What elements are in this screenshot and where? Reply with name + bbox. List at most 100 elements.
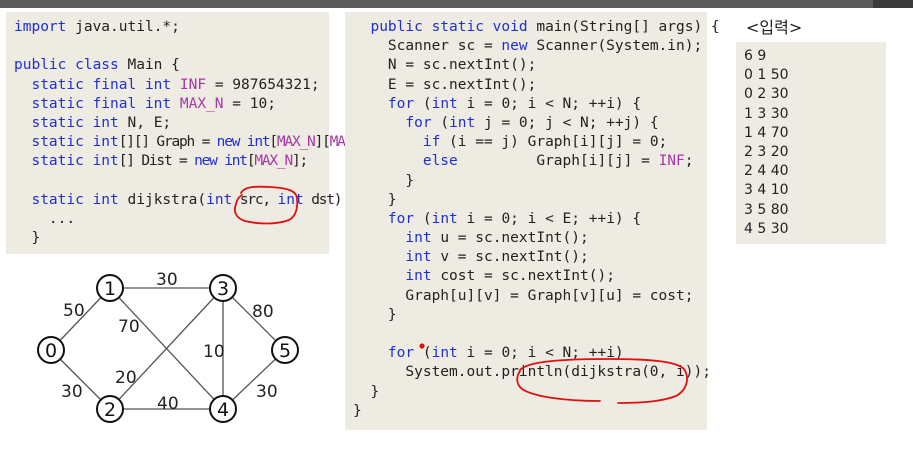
weight-0-2: 30 [61,382,83,402]
code-text: ( [414,95,432,112]
code-keyword: for [387,345,415,362]
code-text: ]; [292,153,308,170]
code-keyword: static int [31,134,119,151]
main-code-line-7: if (i == j) Graph[i][j] = 0; [353,133,720,152]
input-line-10: 4 5 30 [744,220,789,237]
main-code-line-16: } [353,306,720,325]
code-text: u = sc.nextInt(); [431,230,589,247]
weight-3-5: 80 [252,302,274,322]
main-code-line-3: N = sc.nextInt(); [353,56,720,75]
code-keyword: static int [31,153,119,170]
code-text: main(String[] args) { [527,19,720,35]
code-text: java.util.*; [66,19,180,35]
code-keyword: new [501,38,528,55]
code-keyword: public static void [370,19,528,35]
code-text: [] Dist = [118,153,195,170]
main-code-line-11: for (int i = 0; i < E; ++i) { [353,210,720,229]
weight-3-4: 10 [203,342,225,362]
input-title: <입력> [746,18,803,37]
node-label-0: 0 [45,340,57,362]
main-method-code: public static void main(String[] args) {… [353,18,720,421]
main-code-line-10: } [353,191,720,210]
code-keyword: int [431,345,458,362]
class-code-line-10: static int dijkstra(int src, int dst) { [14,191,382,210]
code-keyword: for [405,114,432,131]
code-keyword: int [431,210,458,227]
code-text: [ [269,134,278,151]
input-line-3: 0 2 30 [744,86,789,103]
code-text: } [353,172,415,189]
slide-top-bar [0,0,913,8]
code-keyword: int [206,191,233,208]
class-code-line-8: static int[] Dist = new int[MAX_N]; [14,152,382,171]
input-line-2: 0 1 50 [744,67,789,84]
code-text: cost = sc.nextInt(); [431,268,615,285]
main-code-line-17 [353,325,720,344]
code-text: N, E; [118,114,172,131]
weight-2-4: 40 [157,394,179,414]
code-constant: INF [179,76,207,93]
input-lines: 6 9 0 1 50 0 2 30 1 3 30 1 4 70 2 3 20 2 4 40 3… [744,47,789,239]
class-code-line-3: public class Main { [14,56,382,75]
code-text: E = sc.nextInt(); [353,76,537,93]
node-label-4: 4 [217,399,229,421]
class-code-line-12: } [14,229,382,248]
main-code-line-21: } [353,402,720,421]
main-code-line-12: int u = sc.nextInt(); [353,229,720,248]
code-text: } [14,230,41,247]
code-keyword: int [431,95,458,112]
main-code-line-2: Scanner sc = new Scanner(System.in); [353,37,720,56]
class-code-line-9 [14,172,382,191]
code-keyword: int [449,114,476,131]
code-text: j = 0; j < N; ++j) { [475,114,659,131]
code-keyword: int [405,268,432,285]
graph-edges [50,287,286,410]
code-keyword: int [405,230,432,247]
code-keyword: static final int [31,95,172,112]
code-constant: MAX_N [254,153,293,170]
input-line-7: 2 4 40 [744,163,789,180]
node-label-2: 2 [104,399,116,421]
code-text: ][ [314,134,331,151]
main-code-line-19: System.out.println(dijkstra(0, i)); [353,363,720,382]
code-text: } [353,306,397,323]
class-code-line-5: static final int MAX_N = 10; [14,95,382,114]
main-code-line-13: int v = sc.nextInt(); [353,248,720,267]
code-keyword: int [277,191,304,208]
code-keyword: new int [194,153,248,170]
code-keyword: else [422,153,458,170]
code-text: Scanner sc = [353,38,502,55]
weight-4-5: 30 [256,382,278,402]
input-line-6: 2 3 20 [744,143,789,160]
code-text: N = sc.nextInt(); [353,57,537,74]
code-text: i = 0; i < N; ++i) { [457,95,642,112]
code-keyword: static int [31,191,119,208]
code-text: } [353,402,362,419]
code-text: } [353,191,397,208]
class-code-line-6: static int N, E; [14,114,382,133]
input-line-5: 1 4 70 [744,124,789,141]
main-code-line-5: for (int i = 0; i < N; ++i) { [353,95,720,114]
code-keyword: if [422,134,441,151]
code-text: i = 0; i < N; ++i) [457,345,624,362]
code-constant: MAX_N [179,95,224,112]
code-keyword: import [14,19,67,35]
weight-1-4: 70 [118,317,140,337]
code-constant: MAX_N [276,134,316,151]
input-line-8: 3 4 10 [744,182,789,199]
code-constant: INF [658,153,685,170]
class-code-line-1: import java.util.*; [14,18,382,37]
code-keyword: for [387,95,415,112]
